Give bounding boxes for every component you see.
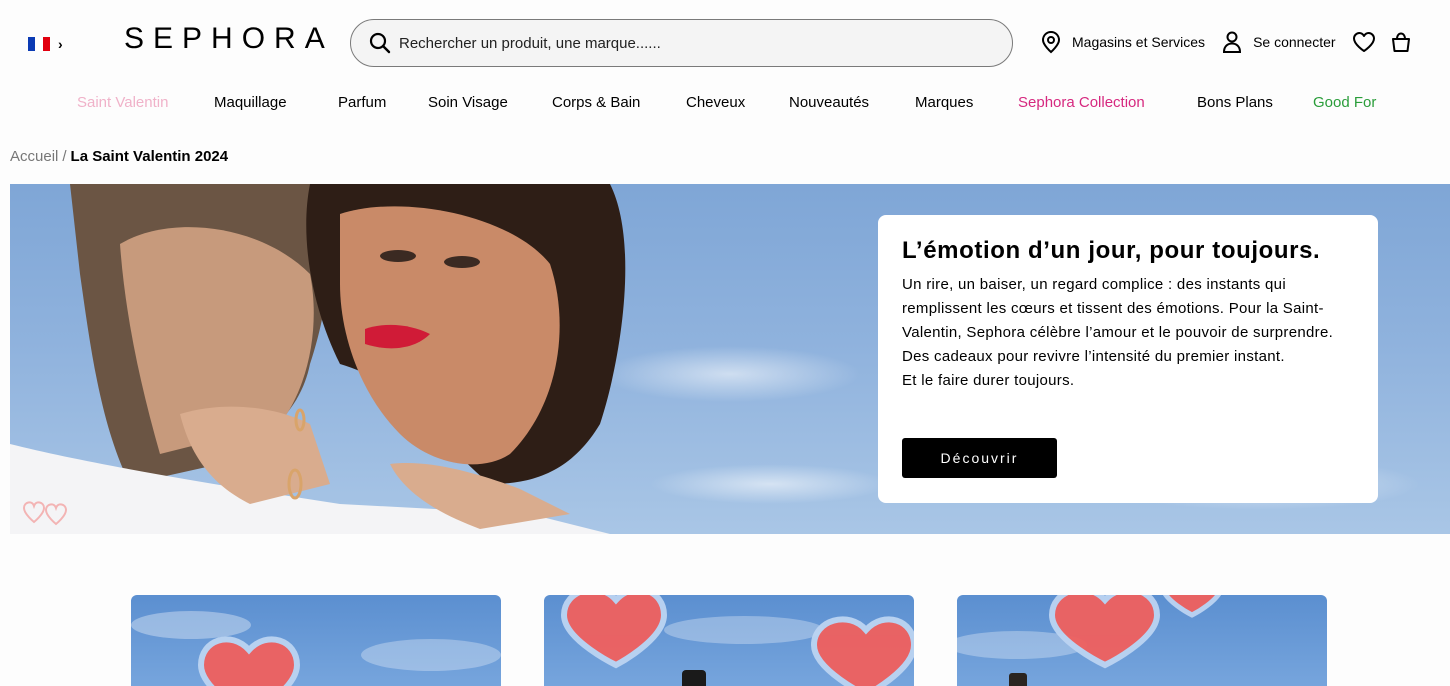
nav-item-soin-visage[interactable]: Soin Visage — [428, 94, 508, 111]
nav-item-maquillage[interactable]: Maquillage — [214, 94, 287, 111]
nav-item-bons-plans[interactable]: Bons Plans — [1197, 94, 1273, 111]
breadcrumb-separator: / — [62, 148, 67, 165]
basket-icon — [1391, 32, 1410, 52]
location-pin-icon — [1041, 30, 1061, 54]
locale-selector[interactable]: › — [28, 36, 63, 52]
hero-banner: L’émotion d’un jour, pour toujours. Un r… — [10, 184, 1450, 534]
breadcrumb-home[interactable]: Accueil — [10, 148, 58, 165]
heart-balloon-image — [560, 595, 914, 686]
nav-item-cheveux[interactable]: Cheveux — [686, 94, 745, 111]
heart-balloon-image — [131, 611, 501, 686]
nav-item-good-for[interactable]: Good For — [1313, 94, 1376, 111]
heart-icon — [1352, 32, 1375, 52]
stores-services-link[interactable]: Magasins et Services — [1040, 30, 1205, 54]
hero-card: L’émotion d’un jour, pour toujours. Un r… — [878, 215, 1378, 503]
sephora-logo[interactable]: SEPHORA — [124, 22, 334, 56]
header-actions: Magasins et Services Se connecter — [1040, 30, 1412, 54]
hero-text-main: Un rire, un baiser, un regard complice :… — [902, 276, 1334, 365]
site-header: › SEPHORA Magasins et Services Se connec… — [0, 0, 1450, 86]
chevron-right-icon: › — [58, 36, 63, 52]
discover-button[interactable]: Découvrir — [902, 438, 1057, 478]
stores-services-label: Magasins et Services — [1072, 34, 1206, 50]
nav-item-corps-bain[interactable]: Corps & Bain — [552, 94, 640, 111]
nav-item-sephora-collection[interactable]: Sephora Collection — [1018, 94, 1145, 111]
search-input[interactable] — [399, 34, 959, 52]
nav-item-nouveautes[interactable]: Nouveautés — [789, 94, 869, 111]
hero-text-closing: Et le faire durer toujours. — [902, 372, 1075, 389]
heart-balloon-image — [957, 595, 1221, 686]
france-flag-icon — [28, 37, 50, 51]
search-icon[interactable] — [369, 32, 391, 54]
wishlist-button[interactable] — [1352, 31, 1376, 53]
promo-tile-2[interactable] — [544, 595, 914, 686]
promo-tile-1[interactable] — [131, 595, 501, 686]
breadcrumb: Accueil / La Saint Valentin 2024 — [10, 148, 228, 165]
search-bar[interactable] — [350, 19, 1013, 67]
hero-description: Un rire, un baiser, un regard complice :… — [902, 273, 1354, 393]
hero-title: L’émotion d’un jour, pour toujours. — [902, 237, 1321, 264]
user-icon — [1223, 31, 1242, 53]
nav-item-marques[interactable]: Marques — [915, 94, 973, 111]
breadcrumb-current: La Saint Valentin 2024 — [70, 148, 229, 165]
sign-in-link[interactable]: Se connecter — [1221, 30, 1336, 54]
basket-button[interactable] — [1390, 31, 1412, 53]
promo-tile-3[interactable] — [957, 595, 1327, 686]
sign-in-label: Se connecter — [1253, 34, 1336, 50]
nav-item-saint-valentin[interactable]: Saint Valentin — [77, 94, 168, 111]
nav-item-parfum[interactable]: Parfum — [338, 94, 386, 111]
main-nav: Saint Valentin Maquillage Parfum Soin Vi… — [0, 94, 1450, 118]
